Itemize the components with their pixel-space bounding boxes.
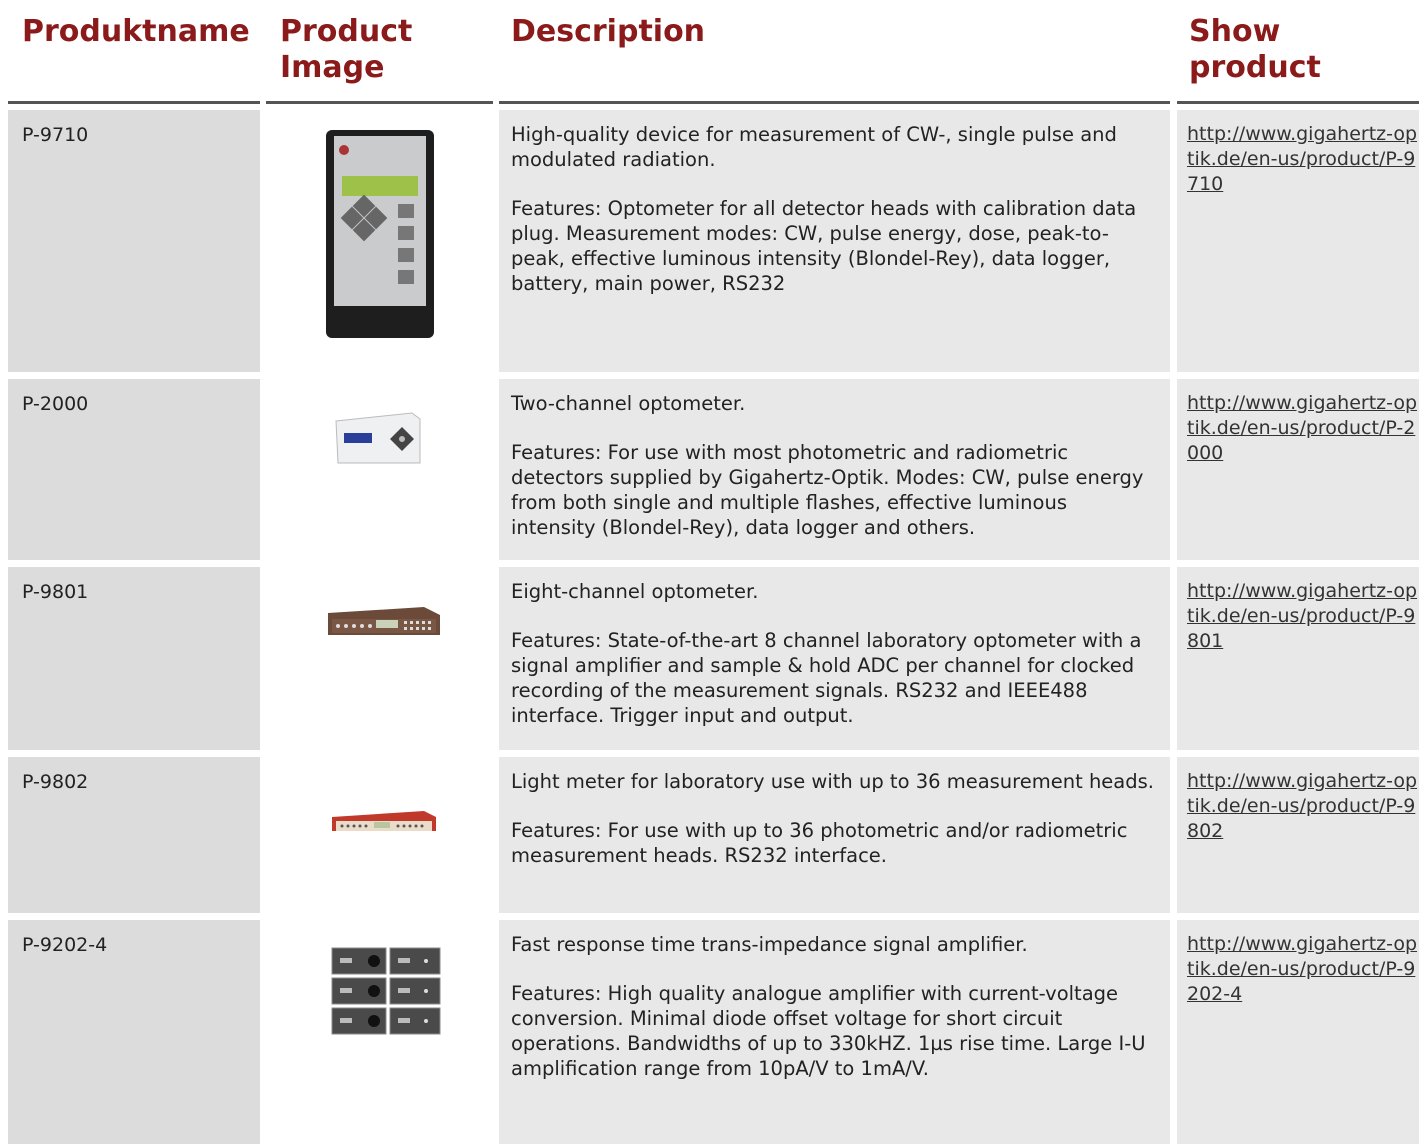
optometer-handheld-image <box>326 130 434 338</box>
product-link-cell: http://www.gigahertz-optik.de/en-us/prod… <box>1177 567 1419 750</box>
product-name: P-9202-4 <box>8 920 260 1144</box>
header-label: Product Image <box>280 14 413 85</box>
header-show-product: Show product <box>1177 0 1419 104</box>
description-summary: High-quality device for measurement of C… <box>511 123 1117 171</box>
header-produktname: Produktname <box>8 0 260 104</box>
header-label: Produktname <box>22 14 250 49</box>
product-link-cell: http://www.gigahertz-optik.de/en-us/prod… <box>1177 920 1419 1144</box>
product-link[interactable]: http://www.gigahertz-optik.de/en-us/prod… <box>1187 932 1419 1007</box>
table-row: P-9710 High-quality device for measureme… <box>0 110 1419 372</box>
product-description: High-quality device for measurement of C… <box>499 110 1170 372</box>
table-row: P-9801 Eight-channel optometer. Features… <box>0 567 1419 750</box>
product-description: Fast response time trans-impedance signa… <box>499 920 1170 1144</box>
product-link-cell: http://www.gigahertz-optik.de/en-us/prod… <box>1177 379 1419 560</box>
product-link[interactable]: http://www.gigahertz-optik.de/en-us/prod… <box>1187 122 1419 197</box>
table-row: P-2000 Two-channel optometer. Features: … <box>0 379 1419 560</box>
product-image-cell <box>266 757 493 913</box>
header-label: Description <box>511 14 706 49</box>
description-features: Features: Optometer for all detector hea… <box>511 197 1137 295</box>
product-image-cell <box>266 110 493 372</box>
table-row: P-9802 Light meter for laboratory use wi… <box>0 757 1419 913</box>
product-description: Eight-channel optometer. Features: State… <box>499 567 1170 750</box>
description-features: Features: State-of-the-art 8 channel lab… <box>511 629 1142 727</box>
product-link-cell: http://www.gigahertz-optik.de/en-us/prod… <box>1177 757 1419 913</box>
product-link[interactable]: http://www.gigahertz-optik.de/en-us/prod… <box>1187 579 1419 654</box>
header-description: Description <box>499 0 1170 104</box>
product-link[interactable]: http://www.gigahertz-optik.de/en-us/prod… <box>1187 391 1419 466</box>
product-name: P-9710 <box>8 110 260 372</box>
description-features: Features: For use with most photometric … <box>511 441 1144 539</box>
header-label: Show product <box>1189 14 1321 85</box>
description-summary: Light meter for laboratory use with up t… <box>511 770 1154 793</box>
description-summary: Two-channel optometer. <box>511 392 746 415</box>
table-row: P-9202-4 Fast response time trans-impeda… <box>0 920 1419 1144</box>
description-summary: Eight-channel optometer. <box>511 580 759 603</box>
product-description: Two-channel optometer. Features: For use… <box>499 379 1170 560</box>
product-image-cell <box>266 567 493 750</box>
eight-channel-optometer-image <box>328 607 440 635</box>
product-name: P-9802 <box>8 757 260 913</box>
description-features: Features: High quality analogue amplifie… <box>511 982 1146 1080</box>
product-image-cell <box>266 379 493 560</box>
signal-amplifier-image <box>331 947 441 1035</box>
description-summary: Fast response time trans-impedance signa… <box>511 933 1028 956</box>
light-meter-image <box>332 811 436 831</box>
two-channel-optometer-image <box>335 412 421 464</box>
description-features: Features: For use with up to 36 photomet… <box>511 819 1128 867</box>
product-name: P-9801 <box>8 567 260 750</box>
product-image-cell <box>266 920 493 1144</box>
header-product-image: Product Image <box>266 0 493 104</box>
product-name: P-2000 <box>8 379 260 560</box>
product-link-cell: http://www.gigahertz-optik.de/en-us/prod… <box>1177 110 1419 372</box>
product-description: Light meter for laboratory use with up t… <box>499 757 1170 913</box>
product-link[interactable]: http://www.gigahertz-optik.de/en-us/prod… <box>1187 769 1419 844</box>
